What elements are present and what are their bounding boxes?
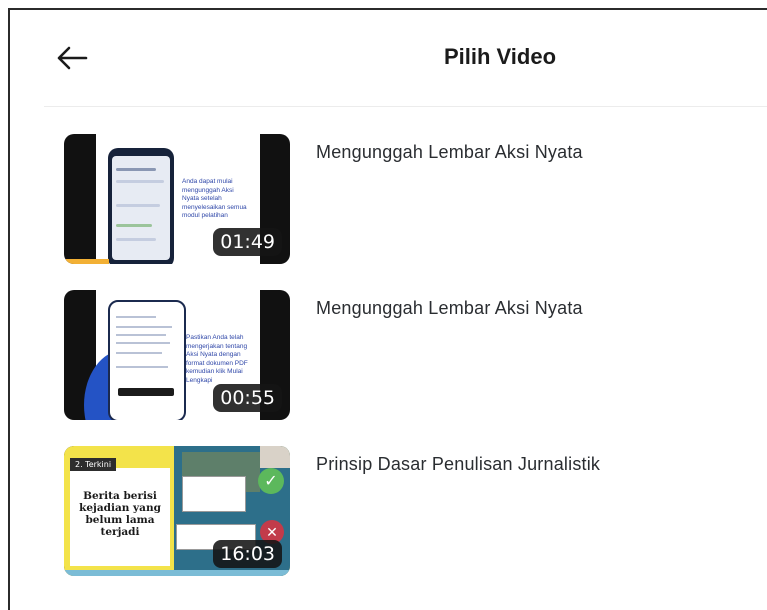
thumbnail-quote: Berita berisi kejadian yang belum lama t… [79, 490, 161, 538]
watch-progress-bar [64, 259, 110, 264]
video-item[interactable]: 2. Terkini Berita berisi kejadian yang b… [64, 446, 764, 578]
video-duration: 16:03 [213, 540, 282, 568]
video-title[interactable]: Prinsip Dasar Penulisan Jurnalistik [316, 454, 600, 475]
video-thumbnail[interactable]: Anda dapat mulai mengunggah Aksi Nyata s… [64, 134, 290, 264]
thumbnail-tag: 2. Terkini [70, 458, 117, 471]
thumbnail-caption: Pastikan Anda telah mengerjakan tentang … [186, 334, 248, 384]
presenter-image [260, 446, 290, 468]
video-title[interactable]: Mengunggah Lembar Aksi Nyata [316, 298, 583, 319]
video-thumbnail[interactable]: 2. Terkini Berita berisi kejadian yang b… [64, 446, 290, 576]
header-divider [44, 106, 767, 107]
header: Pilih Video [0, 0, 767, 100]
thumbnail-caption: Anda dapat mulai mengunggah Aksi Nyata s… [182, 178, 247, 219]
page-title: Pilih Video [443, 44, 557, 69]
video-item[interactable]: Pastikan Anda telah mengerjakan tentang … [64, 290, 764, 422]
video-item[interactable]: Anda dapat mulai mengunggah Aksi Nyata s… [64, 134, 764, 266]
video-duration: 00:55 [213, 384, 282, 412]
video-duration: 01:49 [213, 228, 282, 256]
video-title[interactable]: Mengunggah Lembar Aksi Nyata [316, 142, 583, 163]
video-thumbnail[interactable]: Pastikan Anda telah mengerjakan tentang … [64, 290, 290, 420]
check-icon: ✓ [258, 468, 284, 494]
